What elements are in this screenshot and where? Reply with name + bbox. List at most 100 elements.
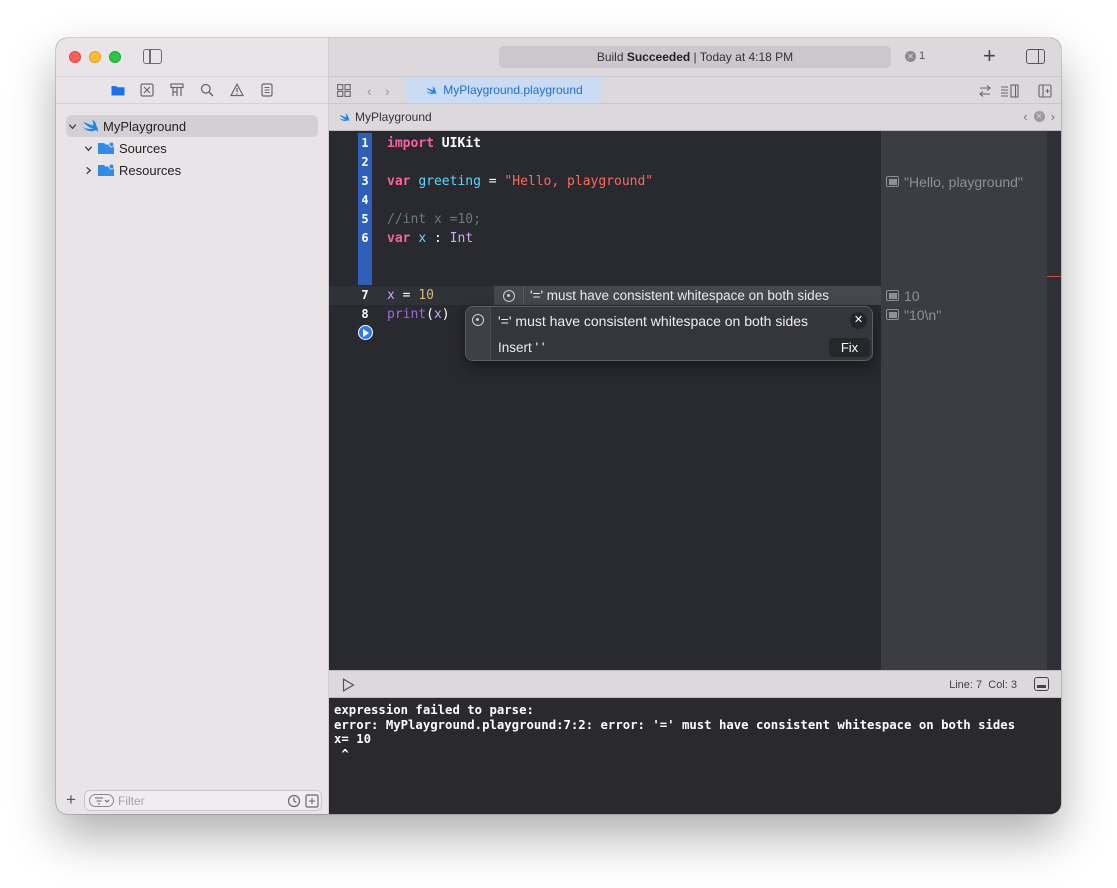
code-line[interactable]: 4	[329, 191, 881, 210]
related-items-grid-icon[interactable]	[337, 84, 351, 97]
close-window-button[interactable]	[69, 51, 81, 63]
search-icon[interactable]	[200, 83, 214, 97]
tab-myplayground[interactable]: MyPlayground.playground	[406, 77, 602, 103]
run-playground-button[interactable]	[358, 325, 373, 340]
chevron-right-icon[interactable]	[82, 164, 94, 176]
navigator-sidebar: MyPlayground Sources Resources + Filter	[56, 38, 329, 814]
identifier: greeting	[418, 174, 481, 189]
code-line[interactable]: 3 var greeting = "Hello, playground"	[329, 172, 881, 191]
jump-bar: MyPlayground ‹ ✕ ›	[329, 104, 1061, 131]
inline-error-message: '=' must have consistent whitespace on b…	[530, 288, 829, 303]
close-popover-button[interactable]: ✕	[850, 312, 867, 329]
code-line[interactable]: 6 var x : Int	[329, 229, 881, 248]
line-indicator: Line: 7	[949, 679, 983, 691]
result-value: "Hello, playground"	[904, 173, 1023, 190]
error-count: 1	[919, 50, 926, 62]
tree-item-label: MyPlayground	[103, 118, 187, 134]
debug-bar: Line: 7 Col: 3	[329, 670, 1061, 698]
report-icon[interactable]	[260, 83, 274, 97]
activity-suffix: | Today at 4:18 PM	[690, 50, 794, 64]
code-line[interactable]: 2	[329, 153, 881, 172]
keyword: var	[387, 174, 411, 189]
library-add-button[interactable]: +	[983, 44, 996, 68]
folder-icon[interactable]	[111, 83, 125, 97]
sidebar-titlebar	[56, 38, 329, 76]
source-control-filter-icon[interactable]	[305, 794, 319, 808]
next-issue-icon[interactable]: ›	[1051, 109, 1055, 124]
source-editor[interactable]: 1 import UIKit 2 3 var greeting = "Hello…	[329, 131, 881, 670]
sidebar-toggle-icon[interactable]	[143, 49, 162, 64]
col-indicator: Col: 3	[988, 679, 1017, 691]
zoom-window-button[interactable]	[109, 51, 121, 63]
keyword: var	[387, 231, 411, 246]
hierarchy-icon[interactable]	[170, 83, 184, 97]
editor-tab-bar: ‹ › MyPlayground.playground	[329, 76, 1061, 104]
fix-button[interactable]: Fix	[829, 338, 870, 357]
forward-chevron-icon[interactable]: ›	[385, 83, 390, 99]
error-count-badge[interactable]: ✕ 1	[905, 50, 925, 62]
add-editor-icon[interactable]	[1038, 84, 1052, 98]
breadcrumb[interactable]: MyPlayground	[338, 110, 432, 124]
tree-item-resources[interactable]: Resources	[66, 159, 318, 181]
result-line-7[interactable]: 10	[886, 286, 920, 305]
error-circle-icon[interactable]: ✕	[1033, 111, 1045, 122]
code-line[interactable]: 5 //int x =10;	[329, 210, 881, 229]
code-line[interactable]: 1 import UIKit	[329, 134, 881, 153]
line-number: 7	[361, 288, 369, 302]
results-sidebar: "Hello, playground" 10 "10\n"	[881, 131, 1047, 670]
line-number: 5	[361, 212, 369, 226]
number-literal: 10	[418, 288, 434, 303]
issue-navigation: ‹ ✕ ›	[1023, 109, 1055, 124]
swap-arrows-icon[interactable]	[978, 84, 992, 98]
line-number: 1	[361, 136, 369, 150]
inspector-toggle-icon[interactable]	[1026, 49, 1045, 64]
quick-look-icon[interactable]	[886, 290, 899, 301]
tab-label: MyPlayground.playground	[443, 83, 583, 97]
swift-icon	[338, 112, 350, 123]
result-line-3[interactable]: "Hello, playground"	[886, 172, 1023, 191]
inline-error-annotation[interactable]: '=' must have consistent whitespace on b…	[494, 286, 881, 305]
fixit-circle-icon	[502, 289, 515, 302]
identifier: x	[433, 307, 442, 322]
tree-item-sources[interactable]: Sources	[66, 137, 318, 159]
comment: //int x =10;	[387, 212, 481, 227]
quick-look-icon[interactable]	[886, 309, 899, 320]
chevron-down-icon[interactable]	[82, 142, 94, 154]
editor-options-icon[interactable]	[1000, 84, 1020, 98]
xcode-window: MyPlayground Sources Resources + Filter	[56, 38, 1061, 814]
result-line-8[interactable]: "10\n"	[886, 305, 941, 324]
minimize-window-button[interactable]	[89, 51, 101, 63]
add-file-button[interactable]: +	[66, 791, 76, 809]
editor-scrollbar[interactable]	[1047, 131, 1061, 670]
filter-options-icon[interactable]	[89, 794, 114, 807]
keyword: import	[387, 136, 434, 151]
function-name: print	[387, 307, 427, 322]
fixit-suggestion-row[interactable]: Insert ' ' Fix	[491, 334, 872, 360]
operator: =	[480, 174, 505, 189]
console-toggle-icon[interactable]	[1034, 677, 1049, 691]
identifier: x	[418, 231, 427, 246]
chevron-down-icon[interactable]	[66, 120, 78, 132]
console-output[interactable]: expression failed to parse: error: MyPla…	[329, 698, 1061, 814]
error-badge[interactable]	[494, 286, 524, 305]
tree-item-myplayground[interactable]: MyPlayground	[66, 115, 318, 137]
previous-issue-icon[interactable]: ‹	[1023, 109, 1027, 124]
error-circle-icon: ✕	[905, 50, 916, 62]
recent-files-icon[interactable]	[287, 794, 301, 808]
activity-status: Succeeded	[626, 50, 691, 64]
fixit-popover: '=' must have consistent whitespace on b…	[465, 306, 873, 361]
fixit-circle-icon	[472, 314, 484, 326]
tree-item-label: Resources	[119, 162, 182, 178]
back-chevron-icon[interactable]: ‹	[367, 83, 372, 99]
swift-icon	[425, 85, 437, 96]
operator: =	[394, 288, 419, 303]
filter-field[interactable]: Filter	[84, 790, 322, 811]
warning-icon[interactable]	[230, 83, 244, 97]
string-literal: "Hello, playground"	[504, 174, 654, 189]
window-toolbar: Build Succeeded | Today at 4:18 PM ✕ 1 +	[329, 38, 1061, 76]
swift-icon	[81, 119, 99, 133]
folder-icon	[97, 163, 115, 177]
source-control-icon[interactable]	[140, 83, 154, 97]
result-value: "10\n"	[904, 306, 942, 323]
quick-look-icon[interactable]	[886, 176, 899, 187]
